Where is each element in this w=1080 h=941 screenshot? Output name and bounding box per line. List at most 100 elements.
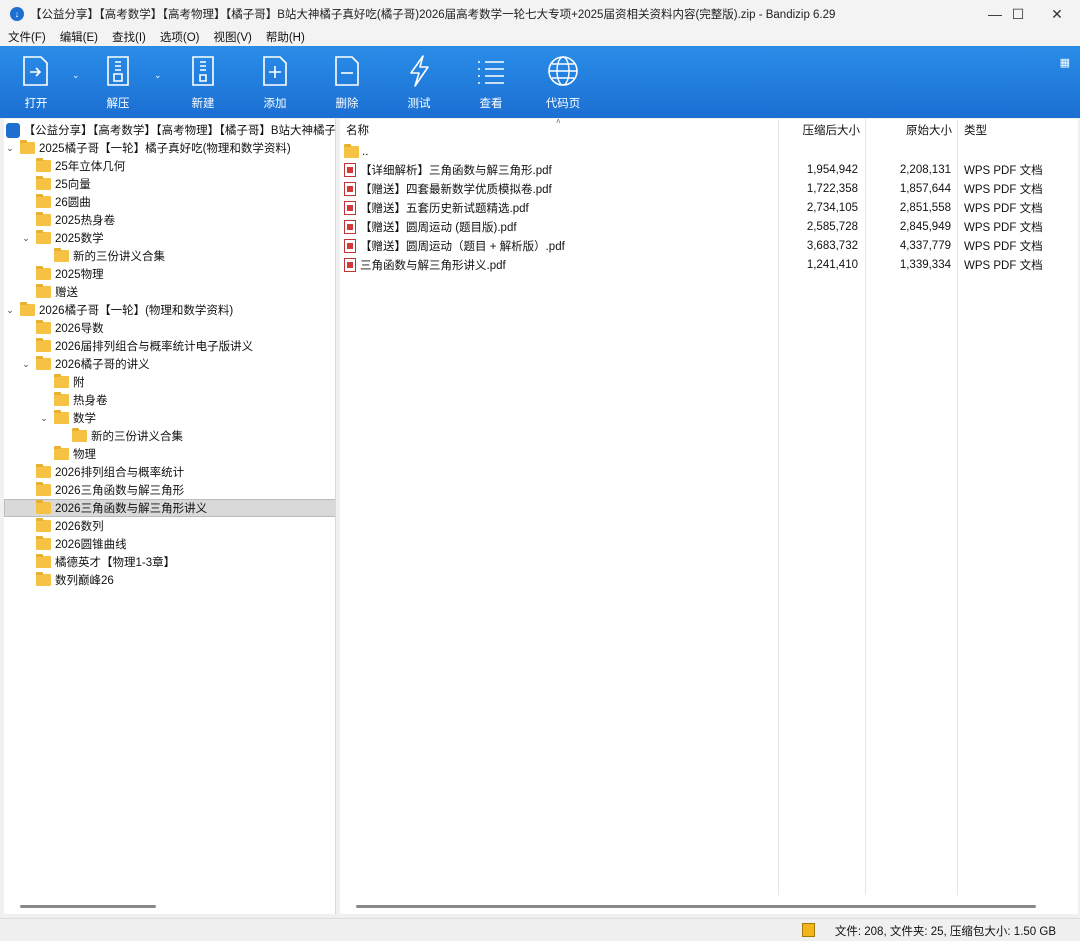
tree-label: 【公益分享】【高考数学】【高考物理】【橘子哥】B站大神橘子 bbox=[23, 125, 336, 137]
tree-label: 新的三份讲义合集 bbox=[91, 431, 183, 443]
tree-item[interactable]: 数列巅峰26 bbox=[4, 571, 335, 589]
tree-item[interactable]: 2026数列 bbox=[4, 517, 335, 535]
menu-find[interactable]: 查找(I) bbox=[112, 29, 146, 45]
tree-label: 新的三份讲义合集 bbox=[73, 251, 165, 263]
archive-status-icon bbox=[802, 923, 815, 937]
layout-toggle-icon[interactable]: ▦ bbox=[1060, 56, 1070, 69]
tree-item[interactable]: 25向量 bbox=[4, 175, 335, 193]
tree-item[interactable]: 热身卷 bbox=[4, 391, 335, 409]
list-item[interactable]: 三角函数与解三角形讲义.pdf 1,241,410 1,339,334 WPS … bbox=[340, 255, 1078, 274]
add-button[interactable]: 添加 bbox=[245, 54, 305, 116]
tree-item[interactable]: ⌄ 2025数学 bbox=[4, 229, 335, 247]
chevron-down-icon[interactable]: ⌄ bbox=[4, 305, 16, 316]
test-button[interactable]: 测试 bbox=[389, 54, 449, 116]
tree-label: 附 bbox=[73, 377, 85, 389]
folder-icon bbox=[36, 518, 51, 532]
view-button[interactable]: 查看 bbox=[461, 54, 521, 116]
folder-icon bbox=[36, 194, 51, 208]
folder-icon bbox=[36, 554, 51, 568]
menu-help[interactable]: 帮助(H) bbox=[266, 29, 305, 45]
column-header-original-size[interactable]: 原始大小 bbox=[866, 119, 952, 141]
tree-item[interactable]: 赠送 bbox=[4, 283, 335, 301]
tree-item[interactable]: 橘德英才【物理1-3章】 bbox=[4, 553, 335, 571]
tree-item[interactable]: 2026圆锥曲线 bbox=[4, 535, 335, 553]
tree-item[interactable]: 2026导数 bbox=[4, 319, 335, 337]
chevron-down-icon[interactable]: ⌄ bbox=[20, 359, 32, 370]
tree-label: 26圆曲 bbox=[55, 197, 91, 209]
tree-label: 橘德英才【物理1-3章】 bbox=[55, 557, 176, 569]
extract-button[interactable]: 解压 bbox=[88, 54, 148, 116]
list-item[interactable]: 【赠送】圆周运动 (题目版).pdf 2,585,728 2,845,949 W… bbox=[340, 217, 1078, 236]
open-button[interactable]: 打开 bbox=[6, 54, 66, 116]
file-packed-size: 1,722,358 bbox=[806, 182, 858, 195]
close-button[interactable]: ✕ bbox=[1034, 0, 1080, 28]
extract-label: 解压 bbox=[106, 98, 130, 110]
list-item-parent[interactable]: .. bbox=[340, 142, 1078, 161]
list-item[interactable]: 【详细解析】三角函数与解三角形.pdf 1,954,942 2,208,131 … bbox=[340, 160, 1078, 179]
tree-item[interactable]: ⌄ 2026橘子哥的讲义 bbox=[4, 355, 335, 373]
tree-label: 2026三角函数与解三角形 bbox=[55, 485, 185, 497]
chevron-down-icon[interactable]: ⌄ bbox=[20, 233, 32, 244]
tree-item[interactable]: 2026届排列组合与概率统计电子版讲义 bbox=[4, 337, 335, 355]
file-original-size: 2,851,558 bbox=[899, 201, 951, 214]
list-item[interactable]: 【赠送】圆周运动（题目 + 解析版）.pdf 3,683,732 4,337,7… bbox=[340, 236, 1078, 255]
folder-icon bbox=[36, 320, 51, 334]
add-file-icon bbox=[263, 56, 287, 86]
tree-item[interactable]: 2025物理 bbox=[4, 265, 335, 283]
tree-item[interactable]: ⌄ 数学 bbox=[4, 409, 335, 427]
tree-item[interactable]: 新的三份讲义合集 bbox=[4, 247, 335, 265]
tree-item[interactable]: 25年立体几何 bbox=[4, 157, 335, 175]
file-name: 【赠送】五套历史新试题精选.pdf bbox=[360, 202, 529, 215]
tree-item[interactable]: 26圆曲 bbox=[4, 193, 335, 211]
tree-item[interactable]: ⌄ 2025橘子哥【一轮】橘子真好吃(物理和数学资料) bbox=[4, 139, 335, 157]
tree-item[interactable]: 物理 bbox=[4, 445, 335, 463]
new-archive-label: 新建 bbox=[191, 98, 215, 110]
view-label: 查看 bbox=[479, 98, 503, 110]
new-archive-button[interactable]: 新建 bbox=[173, 54, 233, 116]
delete-button[interactable]: 删除 bbox=[317, 54, 377, 116]
list-item[interactable]: 【赠送】四套最新数学优质模拟卷.pdf 1,722,358 1,857,644 … bbox=[340, 179, 1078, 198]
file-type: WPS PDF 文档 bbox=[964, 240, 1043, 253]
tree-label: 2025数学 bbox=[55, 233, 104, 245]
menu-view[interactable]: 视图(V) bbox=[214, 29, 252, 45]
codepage-button[interactable]: 代码页 bbox=[533, 54, 593, 116]
folder-icon bbox=[36, 356, 51, 370]
menu-options[interactable]: 选项(O) bbox=[160, 29, 200, 45]
tree-label: 热身卷 bbox=[73, 395, 108, 407]
file-packed-size: 1,954,942 bbox=[806, 163, 858, 176]
tree-root[interactable]: 【公益分享】【高考数学】【高考物理】【橘子哥】B站大神橘子 bbox=[4, 121, 336, 139]
tree-horizontal-scrollbar[interactable] bbox=[20, 905, 156, 908]
tree-item[interactable]: 2025热身卷 bbox=[4, 211, 335, 229]
column-header-packed-size[interactable]: 压缩后大小 bbox=[780, 119, 861, 141]
tree-item[interactable]: 2026三角函数与解三角形 bbox=[4, 481, 335, 499]
open-dropdown-icon[interactable]: ⌄ bbox=[72, 70, 80, 81]
file-type: WPS PDF 文档 bbox=[964, 259, 1043, 272]
folder-icon bbox=[54, 248, 69, 262]
file-original-size: 2,845,949 bbox=[899, 220, 951, 233]
file-list: ˄ 名称 压缩后大小 原始大小 类型 .. 【详细解析】三角函数与解三角形.pd… bbox=[340, 117, 1078, 914]
file-type: WPS PDF 文档 bbox=[964, 164, 1043, 177]
tree-item[interactable]: ⌄ 2026橘子哥【一轮】(物理和数学资料) bbox=[4, 301, 335, 319]
folder-icon bbox=[54, 374, 69, 388]
column-header-type[interactable]: 类型 bbox=[964, 119, 1064, 141]
folder-icon bbox=[36, 212, 51, 226]
test-icon bbox=[410, 55, 429, 87]
tree-label: 2025物理 bbox=[55, 269, 104, 281]
tree-item[interactable]: 附 bbox=[4, 373, 335, 391]
chevron-down-icon[interactable]: ⌄ bbox=[38, 413, 50, 424]
new-archive-icon bbox=[192, 56, 214, 86]
tree-item[interactable]: 2026排列组合与概率统计 bbox=[4, 463, 335, 481]
file-name: 三角函数与解三角形讲义.pdf bbox=[360, 259, 506, 272]
column-header-name[interactable]: 名称 bbox=[346, 119, 776, 141]
menu-file[interactable]: 文件(F) bbox=[8, 29, 46, 45]
list-item[interactable]: 【赠送】五套历史新试题精选.pdf 2,734,105 2,851,558 WP… bbox=[340, 198, 1078, 217]
menu-edit[interactable]: 编辑(E) bbox=[60, 29, 98, 45]
tree-item-selected[interactable]: 2026三角函数与解三角形讲义 bbox=[4, 499, 335, 517]
chevron-down-icon[interactable]: ⌄ bbox=[4, 143, 16, 154]
tree-label: 2026三角函数与解三角形讲义 bbox=[55, 503, 208, 515]
extract-dropdown-icon[interactable]: ⌄ bbox=[154, 70, 162, 81]
list-horizontal-scrollbar[interactable] bbox=[356, 905, 1036, 908]
bandizip-icon[interactable]: ↓ bbox=[10, 7, 24, 21]
tree-item[interactable]: 新的三份讲义合集 bbox=[4, 427, 335, 445]
add-label: 添加 bbox=[263, 98, 287, 110]
